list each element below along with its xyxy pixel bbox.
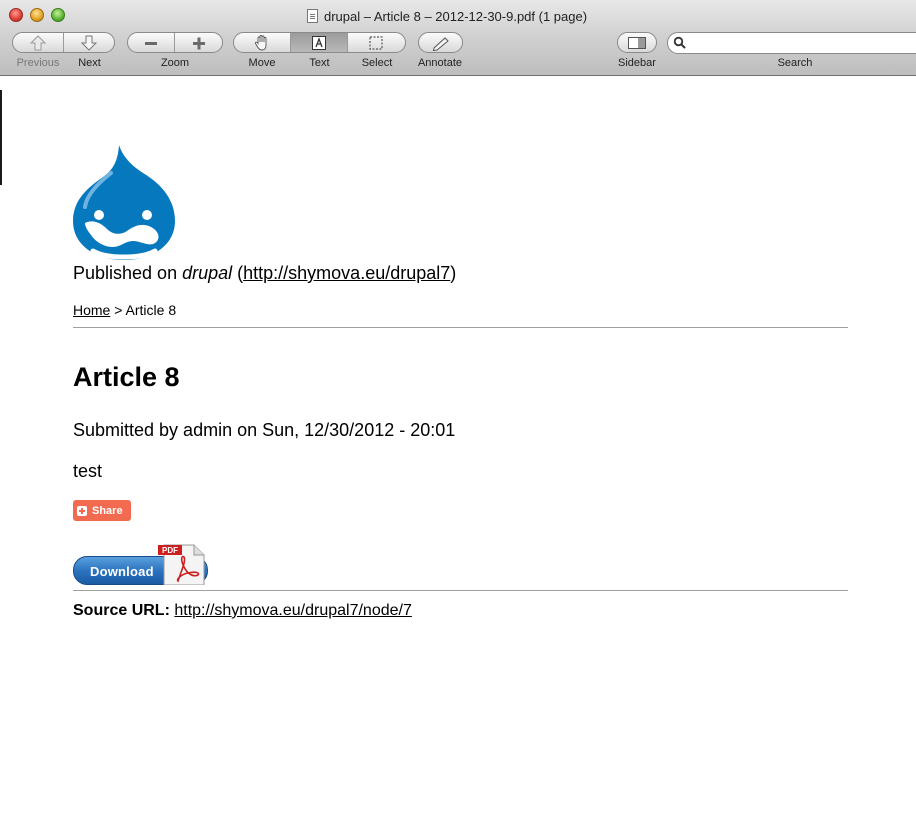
breadcrumb: Home > Article 8 — [73, 302, 176, 318]
zoom-out-button[interactable] — [128, 33, 176, 52]
page-nav-control — [12, 32, 115, 53]
article-body: test — [73, 461, 103, 481]
window-toolbar: drupal – Article 8 – 2012-12-30-9.pdf (1… — [0, 0, 916, 76]
minus-icon — [145, 41, 157, 45]
breadcrumb-separator: > — [110, 302, 126, 318]
pdf-badge-text: PDF — [162, 546, 178, 555]
previous-button[interactable] — [13, 33, 64, 52]
submitted-line: Submitted by admin on Sun, 12/30/2012 - … — [73, 420, 456, 440]
sidebar-button[interactable] — [618, 33, 656, 52]
text-label: Text — [309, 57, 330, 69]
breadcrumb-divider — [73, 327, 848, 328]
published-prefix: Published on — [73, 263, 183, 283]
source-url-line: Source URL: http://shymova.eu/drupal7/no… — [73, 602, 412, 620]
article-title: Article 8 — [73, 362, 180, 392]
sidebar-icon — [628, 36, 646, 49]
search-label: Search — [777, 57, 813, 69]
share-button[interactable]: Share — [73, 500, 131, 521]
hand-icon — [255, 34, 267, 50]
minimize-window-button[interactable] — [30, 8, 44, 22]
select-tool-button[interactable] — [348, 33, 405, 52]
pdf-icon: PDF — [158, 544, 205, 585]
text-tool-button[interactable] — [291, 33, 348, 52]
marquee-select-icon — [369, 35, 383, 50]
download-label: Download — [90, 564, 154, 579]
annotate-label: Annotate — [417, 57, 463, 69]
published-close: ) — [450, 263, 457, 283]
share-label: Share — [92, 504, 123, 517]
share-plus-icon — [77, 505, 87, 516]
text-tool-icon — [312, 35, 326, 50]
move-tool-button[interactable] — [234, 33, 292, 52]
down-arrow-icon — [80, 35, 97, 51]
source-url-link[interactable]: http://shymova.eu/drupal7/node/7 — [174, 602, 412, 619]
published-open: ( — [232, 263, 244, 283]
breadcrumb-home-link[interactable]: Home — [73, 302, 110, 318]
close-window-button[interactable] — [9, 8, 23, 22]
footer-divider — [73, 590, 848, 591]
move-label: Move — [248, 57, 276, 69]
search-input[interactable] — [667, 32, 916, 54]
page-edge — [0, 90, 2, 185]
pencil-icon — [432, 36, 449, 51]
annotate-control — [418, 32, 463, 53]
site-name: drupal — [182, 263, 233, 283]
breadcrumb-current: Article 8 — [125, 302, 177, 318]
plus-icon — [192, 37, 205, 49]
zoom-control — [127, 32, 223, 53]
sidebar-label: Sidebar — [618, 57, 656, 69]
window-title-text: drupal – Article 8 – 2012-12-30-9.pdf (1… — [324, 8, 588, 24]
source-url-label: Source URL: — [73, 602, 170, 619]
zoom-window-button[interactable] — [51, 8, 65, 22]
sidebar-control — [617, 32, 657, 53]
next-label: Next — [78, 57, 101, 69]
document-icon — [307, 9, 318, 23]
next-button[interactable] — [64, 33, 115, 52]
search-icon — [673, 36, 686, 49]
up-arrow-icon — [29, 34, 46, 50]
window-title: drupal – Article 8 – 2012-12-30-9.pdf (1… — [307, 8, 587, 24]
zoom-in-button[interactable] — [175, 33, 222, 52]
previous-label: Previous — [16, 57, 60, 69]
drupal-logo — [73, 145, 175, 260]
annotate-button[interactable] — [419, 33, 462, 52]
site-url-link[interactable]: http://shymova.eu/drupal7 — [243, 263, 450, 283]
zoom-label: Zoom — [160, 57, 190, 69]
published-on-line: Published on drupal (http://shymova.eu/d… — [73, 263, 456, 284]
tool-mode-control — [233, 32, 406, 53]
select-label: Select — [361, 57, 393, 69]
